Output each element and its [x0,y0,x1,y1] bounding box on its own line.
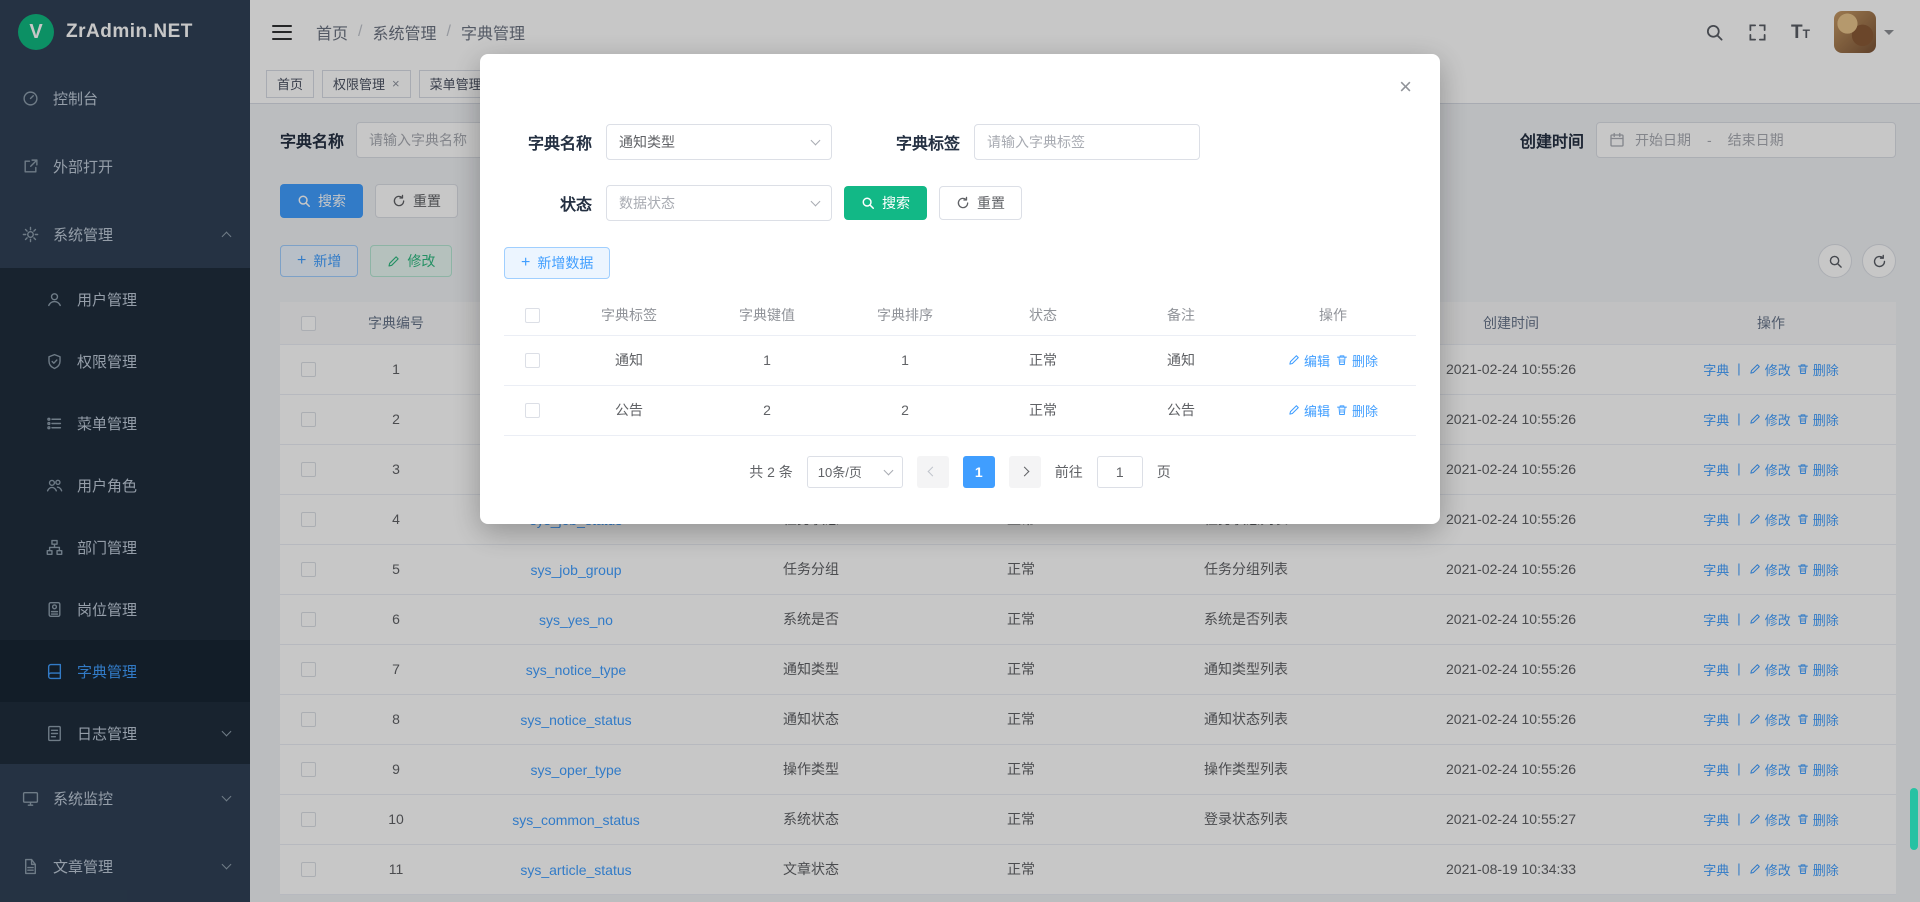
cell-status: 正常 [974,385,1112,435]
dict-name-label: 字典名称 [504,130,592,154]
dict-label-label: 字典标签 [872,130,960,154]
dict-name-select[interactable]: 通知类型 [606,124,832,160]
pagination-total: 共 2 条 [749,462,793,482]
chevron-left-icon [928,467,938,477]
cell-dict-sort: 2 [836,385,974,435]
header-dict-value: 字典键值 [698,295,836,335]
dialog-reset-button[interactable]: 重置 [939,186,1022,220]
status-select[interactable]: 数据状态 [606,185,832,221]
row-edit-link[interactable]: 编辑 [1288,401,1330,420]
cell-dict-sort: 1 [836,335,974,385]
goto-unit-label: 页 [1157,462,1171,482]
dialog-filter-row-1: 字典名称 通知类型 字典标签 [504,124,1416,160]
select-all-checkbox[interactable] [525,308,540,323]
delete-icon [1336,404,1348,416]
prev-page-button[interactable] [917,456,949,488]
status-label: 状态 [504,191,592,215]
cell-status: 正常 [974,335,1112,385]
chevron-down-icon [811,197,821,207]
next-page-button[interactable] [1009,456,1041,488]
plus-icon: + [521,255,530,271]
chevron-down-icon [811,136,821,146]
header-status: 状态 [974,295,1112,335]
dict-data-table: 字典标签 字典键值 字典排序 状态 备注 操作 通知11正常通知编辑删除公告22… [504,295,1416,436]
edit-icon [1288,354,1300,366]
table-row: 通知11正常通知编辑删除 [504,335,1416,385]
checkbox-cell [504,385,560,435]
dict-data-dialog: × 字典名称 通知类型 字典标签 状态 数据状态 搜索 重置 +新增数据 [480,54,1440,524]
cell-dict-label: 公告 [560,385,698,435]
row-checkbox[interactable] [525,353,540,368]
modal-table-body: 通知11正常通知编辑删除公告22正常公告编辑删除 [504,335,1416,435]
dialog-filter-row-2: 状态 数据状态 搜索 重置 [504,185,1416,221]
header-dict-label: 字典标签 [560,295,698,335]
refresh-icon [956,196,970,210]
close-icon[interactable]: × [1399,76,1412,98]
page-size-select[interactable]: 10条/页 [807,456,903,488]
delete-icon [1336,354,1348,366]
table-row: 公告22正常公告编辑删除 [504,385,1416,435]
cell-remark: 通知 [1112,335,1250,385]
checkbox-cell [504,335,560,385]
cell-remark: 公告 [1112,385,1250,435]
cell-dict-value: 1 [698,335,836,385]
row-delete-link[interactable]: 删除 [1336,351,1378,370]
row-edit-link[interactable]: 编辑 [1288,351,1330,370]
chevron-right-icon [1020,467,1030,477]
cell-dict-value: 2 [698,385,836,435]
header-operations: 操作 [1250,295,1416,335]
table-header-row: 字典标签 字典键值 字典排序 状态 备注 操作 [504,295,1416,335]
header-checkbox-cell [504,295,560,335]
pagination: 共 2 条 10条/页 1 前往 页 [504,456,1416,488]
add-data-button[interactable]: +新增数据 [504,247,610,279]
header-dict-sort: 字典排序 [836,295,974,335]
dialog-search-button[interactable]: 搜索 [844,186,927,220]
cell-operations: 编辑删除 [1250,335,1416,385]
goto-page-input[interactable] [1097,456,1143,488]
page-number-current[interactable]: 1 [963,456,995,488]
cell-dict-label: 通知 [560,335,698,385]
cell-operations: 编辑删除 [1250,385,1416,435]
row-delete-link[interactable]: 删除 [1336,401,1378,420]
page-scrollbar-thumb[interactable] [1910,788,1918,850]
edit-icon [1288,404,1300,416]
goto-label: 前往 [1055,462,1083,482]
row-checkbox[interactable] [525,403,540,418]
dict-label-input[interactable] [974,124,1200,160]
search-icon [861,196,875,210]
dialog-toolbar: +新增数据 [504,247,1416,279]
chevron-down-icon [883,465,893,475]
header-remark: 备注 [1112,295,1250,335]
